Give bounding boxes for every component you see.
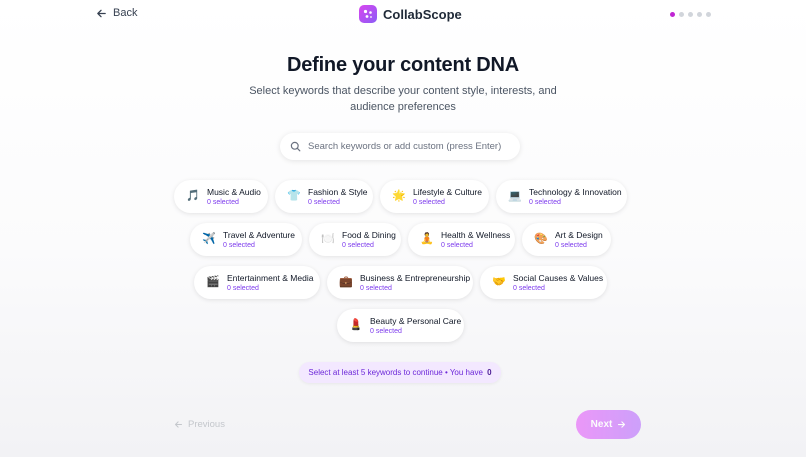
music-note-icon: 🎵	[186, 190, 200, 202]
category-count: 0 selected	[360, 285, 392, 292]
back-button[interactable]: Back	[96, 7, 137, 19]
category-count: 0 selected	[513, 285, 545, 292]
category-music-audio[interactable]: 🎵 Music & Audio 0 selected	[174, 180, 268, 213]
category-label: Travel & Adventure	[223, 230, 295, 240]
selected-count: 0	[487, 368, 492, 377]
category-count: 0 selected	[555, 242, 587, 249]
category-count: 0 selected	[529, 199, 561, 206]
category-count: 0 selected	[342, 242, 374, 249]
category-label: Entertainment & Media	[227, 273, 314, 283]
category-count: 0 selected	[223, 242, 255, 249]
arrow-right-icon	[618, 421, 626, 428]
category-entertainment-media[interactable]: 🎬 Entertainment & Media 0 selected	[194, 266, 320, 299]
lipstick-icon: 💄	[349, 319, 363, 331]
search-icon	[290, 141, 301, 152]
header: Back CollabScope	[0, 0, 806, 30]
category-fashion-style[interactable]: 👕 Fashion & Style 0 selected	[275, 180, 373, 213]
category-count: 0 selected	[207, 199, 239, 206]
search-bar	[280, 133, 520, 160]
category-food-dining[interactable]: 🍽️ Food & Dining 0 selected	[309, 223, 401, 256]
meditation-icon: 🧘	[420, 233, 434, 245]
laptop-icon: 💻	[508, 190, 522, 202]
category-label: Business & Entrepreneurship	[360, 273, 471, 283]
back-label: Back	[113, 7, 138, 19]
step-dot-3	[688, 12, 693, 17]
selection-requirement-notice: Select at least 5 keywords to continue •…	[299, 362, 501, 383]
palette-icon: 🎨	[534, 233, 548, 245]
category-label: Food & Dining	[342, 230, 396, 240]
plate-icon: 🍽️	[321, 233, 335, 245]
category-count: 0 selected	[370, 328, 402, 335]
category-social-causes-values[interactable]: 🤝 Social Causes & Values 0 selected	[480, 266, 607, 299]
category-count: 0 selected	[441, 242, 473, 249]
category-lifestyle-culture[interactable]: 🌟 Lifestyle & Culture 0 selected	[380, 180, 489, 213]
star-icon: 🌟	[392, 190, 406, 202]
category-travel-adventure[interactable]: ✈️ Travel & Adventure 0 selected	[190, 223, 302, 256]
previous-label: Previous	[188, 419, 225, 430]
page-subtitle: Select keywords that describe your conte…	[249, 85, 557, 113]
step-dot-1	[670, 12, 675, 17]
next-button[interactable]: Next	[576, 410, 641, 439]
step-dot-2	[679, 12, 684, 17]
brand: CollabScope	[359, 5, 462, 23]
handshake-icon: 🤝	[492, 276, 506, 288]
step-dot-4	[697, 12, 702, 17]
notice-text: Select at least 5 keywords to continue •…	[308, 368, 483, 377]
category-label: Lifestyle & Culture	[413, 187, 482, 197]
brand-name: CollabScope	[383, 6, 462, 22]
category-label: Beauty & Personal Care	[370, 316, 462, 326]
category-label: Social Causes & Values	[513, 273, 604, 283]
category-health-wellness[interactable]: 🧘 Health & Wellness 0 selected	[408, 223, 515, 256]
shirt-icon: 👕	[287, 190, 301, 202]
step-dot-5	[706, 12, 711, 17]
category-art-design[interactable]: 🎨 Art & Design 0 selected	[522, 223, 611, 256]
category-label: Fashion & Style	[308, 187, 368, 197]
category-beauty-personal-care[interactable]: 💄 Beauty & Personal Care 0 selected	[337, 309, 464, 342]
category-count: 0 selected	[308, 199, 340, 206]
page-title: Define your content DNA	[286, 54, 520, 76]
arrow-left-icon	[97, 9, 106, 17]
next-label: Next	[590, 419, 613, 430]
clapperboard-icon: 🎬	[206, 276, 220, 288]
category-label: Health & Wellness	[441, 230, 511, 240]
step-progress	[670, 12, 711, 17]
search-input[interactable]	[308, 141, 508, 152]
category-business-entrepreneurship[interactable]: 💼 Business & Entrepreneurship 0 selected	[327, 266, 473, 299]
category-label: Art & Design	[555, 230, 603, 240]
category-count: 0 selected	[413, 199, 445, 206]
category-label: Technology & Innovation	[529, 187, 622, 197]
airplane-icon: ✈️	[202, 233, 216, 245]
previous-button[interactable]: Previous	[174, 419, 225, 430]
category-count: 0 selected	[227, 285, 259, 292]
briefcase-icon: 💼	[339, 276, 353, 288]
category-label: Music & Audio	[207, 187, 261, 197]
arrow-left-icon	[174, 421, 183, 428]
category-technology-innovation[interactable]: 💻 Technology & Innovation 0 selected	[496, 180, 627, 213]
brand-logo-icon	[359, 5, 377, 23]
